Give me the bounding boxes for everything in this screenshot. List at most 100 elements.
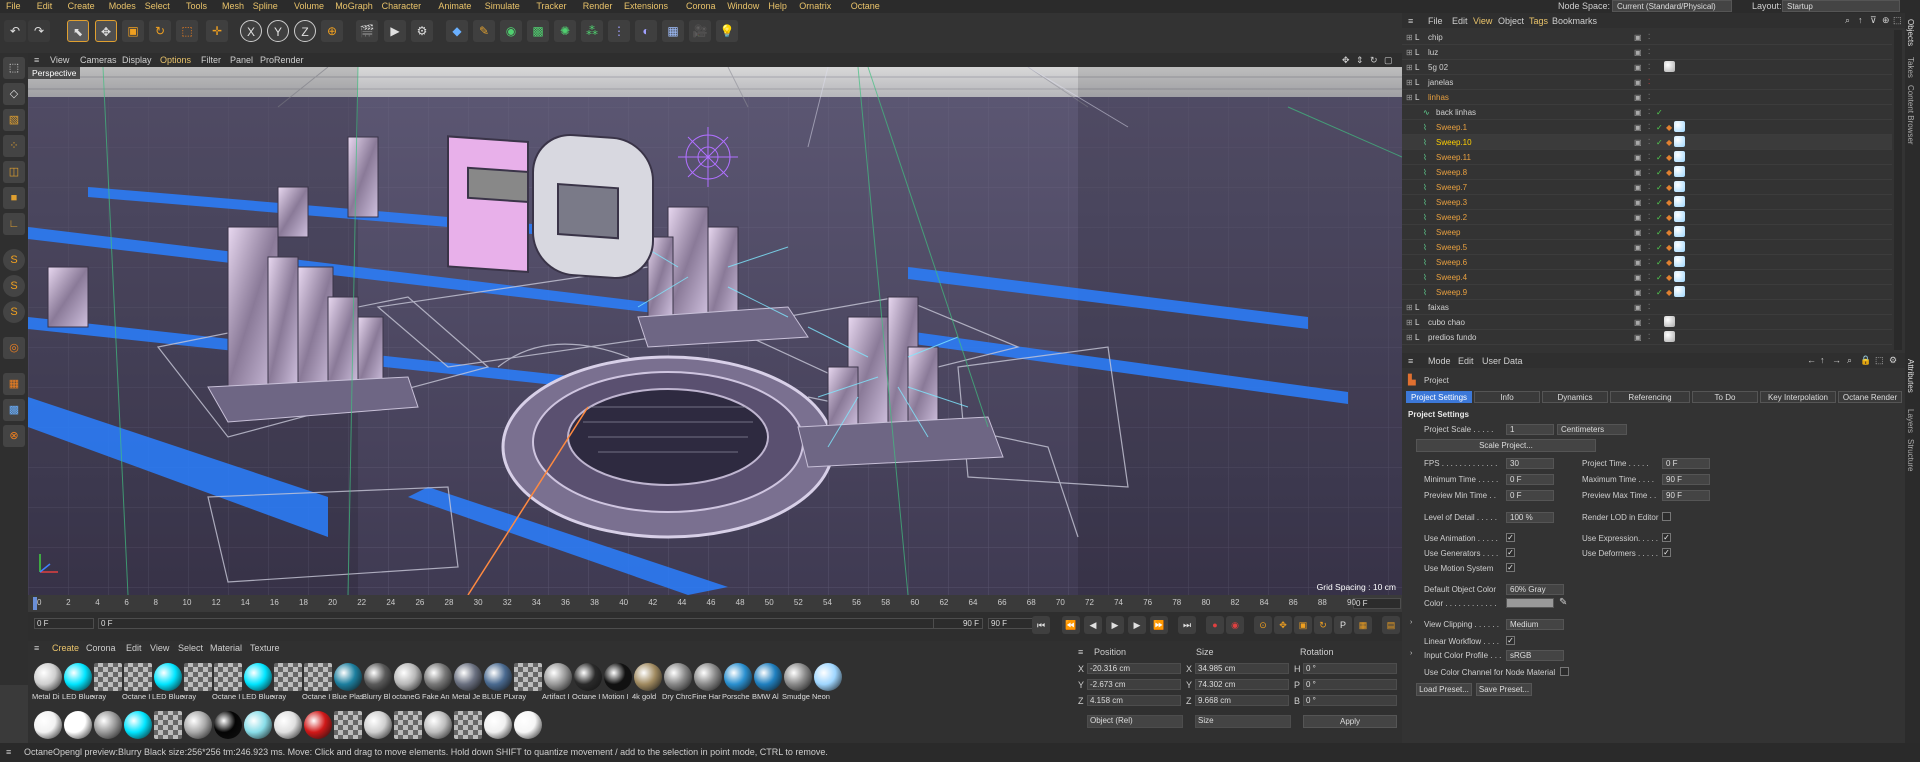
- use-generators-checkbox[interactable]: ✓: [1506, 548, 1515, 557]
- menu-mesh[interactable]: Mesh: [222, 1, 244, 11]
- scale-key-icon[interactable]: ▣: [1294, 616, 1312, 634]
- solo-icon[interactable]: ⊗: [3, 425, 25, 447]
- material-swatch[interactable]: Blurry Bl: [362, 661, 394, 704]
- tag-icon[interactable]: ◆: [1666, 288, 1672, 297]
- object-name[interactable]: cubo chao: [1428, 318, 1465, 327]
- layer-icon[interactable]: ▣: [1634, 48, 1642, 57]
- menu-file[interactable]: File: [6, 1, 21, 11]
- menu-corona[interactable]: Corona: [686, 1, 716, 11]
- input-color-profile-dropdown[interactable]: sRGB: [1506, 650, 1564, 661]
- quantize-icon[interactable]: S: [3, 301, 25, 323]
- play-icon[interactable]: ▶: [1106, 616, 1124, 634]
- object-row[interactable]: ⌇ Sweep.8 ▣ ⁚ ✓ ◆: [1402, 165, 1892, 180]
- use-expression-checkbox[interactable]: ✓: [1662, 533, 1671, 542]
- tab-to-do[interactable]: To Do: [1692, 391, 1758, 403]
- tab-dynamics[interactable]: Dynamics: [1542, 391, 1608, 403]
- object-row[interactable]: ⌇ Sweep ▣ ⁚ ✓ ◆: [1402, 225, 1892, 240]
- object-name[interactable]: Sweep.7: [1436, 183, 1467, 192]
- render-settings-icon[interactable]: ⚙: [411, 20, 433, 42]
- pos-x-field[interactable]: -20.316 cm: [1087, 663, 1181, 674]
- menu-help[interactable]: Help: [768, 1, 787, 11]
- layer-icon[interactable]: ▣: [1634, 258, 1642, 267]
- polygons-mode-icon[interactable]: ■: [3, 187, 25, 209]
- view-clipping-dropdown[interactable]: Medium: [1506, 619, 1564, 630]
- fps-field[interactable]: 30: [1506, 458, 1554, 469]
- material-swatch[interactable]: Dry Chrc: [662, 661, 694, 704]
- object-name[interactable]: janelas: [1428, 78, 1453, 87]
- menu-tracker[interactable]: Tracker: [536, 1, 566, 11]
- attr-up-icon[interactable]: ↑: [1820, 355, 1825, 365]
- tab-takes-vertical[interactable]: Takes: [1906, 57, 1915, 78]
- tab-attributes-vertical[interactable]: Attributes: [1906, 359, 1915, 393]
- material-tag-icon[interactable]: [1674, 151, 1685, 162]
- pos-y-field[interactable]: -2.673 cm: [1087, 679, 1181, 690]
- objects-up-icon[interactable]: ↑: [1858, 15, 1863, 25]
- attr-settings-icon[interactable]: ⚙: [1889, 355, 1897, 366]
- menu-volume[interactable]: Volume: [294, 1, 324, 11]
- tab-referencing[interactable]: Referencing: [1610, 391, 1690, 403]
- material-swatch[interactable]: [512, 709, 544, 739]
- material-tag-icon[interactable]: [1674, 211, 1685, 222]
- enabled-check-icon[interactable]: ✓: [1656, 168, 1663, 177]
- project-scale-unit-dropdown[interactable]: Centimeters: [1557, 424, 1627, 435]
- visibility-dots-icon[interactable]: ⁚: [1648, 153, 1650, 161]
- undo-icon[interactable]: ↶: [4, 20, 26, 42]
- layer-icon[interactable]: ▣: [1634, 93, 1642, 102]
- visibility-dots-icon[interactable]: ⁚: [1648, 303, 1650, 311]
- objects-menu-file[interactable]: File: [1428, 16, 1443, 26]
- menu-extensions[interactable]: Extensions: [624, 1, 668, 11]
- object-name[interactable]: Sweep.6: [1436, 258, 1467, 267]
- move-tool-icon[interactable]: ✥: [95, 20, 117, 42]
- material-tag-icon[interactable]: [1674, 166, 1685, 177]
- visibility-dots-icon[interactable]: ⁚: [1648, 123, 1650, 131]
- tag-icon[interactable]: ◆: [1666, 168, 1672, 177]
- expand-icon[interactable]: ⊞: [1406, 63, 1413, 72]
- material-swatch[interactable]: xray: [512, 661, 544, 704]
- pos-z-field[interactable]: 4.158 cm: [1087, 695, 1181, 706]
- material-hamburger-icon[interactable]: ≡: [34, 643, 39, 653]
- objects-scrollbar[interactable]: [1894, 30, 1902, 350]
- material-swatch[interactable]: [272, 709, 304, 739]
- expand-icon[interactable]: ⊞: [1406, 318, 1413, 327]
- z-axis-icon[interactable]: Z: [294, 20, 316, 42]
- record-icon[interactable]: ●: [1206, 616, 1224, 634]
- viewport-menu-panel[interactable]: Panel: [230, 55, 253, 65]
- material-swatch[interactable]: xray: [272, 661, 304, 704]
- layer-icon[interactable]: ▣: [1634, 228, 1642, 237]
- camera-icon[interactable]: 🎥: [689, 20, 711, 42]
- material-swatch[interactable]: 4k gold: [632, 661, 664, 704]
- object-row[interactable]: ⌇ Sweep.2 ▣ ⁚ ✓ ◆: [1402, 210, 1892, 225]
- size-z-field[interactable]: 9.668 cm: [1195, 695, 1289, 706]
- object-name[interactable]: linhas: [1428, 93, 1449, 102]
- tab-objects-vertical[interactable]: Objects: [1906, 19, 1915, 46]
- material-swatch[interactable]: [152, 709, 184, 739]
- object-name[interactable]: 5g 02: [1428, 63, 1448, 72]
- visibility-dots-icon[interactable]: ⁚: [1648, 48, 1650, 56]
- coordinate-system-icon[interactable]: ⊕: [321, 20, 343, 42]
- expand-icon[interactable]: ⊞: [1406, 93, 1413, 102]
- visibility-dots-icon[interactable]: ⁚: [1648, 93, 1650, 101]
- cloner-icon[interactable]: ▩: [527, 20, 549, 42]
- pla-key-icon[interactable]: ▦: [1354, 616, 1372, 634]
- start-frame-field[interactable]: 0 F: [34, 618, 94, 629]
- go-to-start-icon[interactable]: ⏮: [1032, 616, 1050, 634]
- attr-menu-edit[interactable]: Edit: [1458, 356, 1474, 366]
- viewport-move-icon[interactable]: ✥: [1342, 55, 1350, 66]
- mograph-icon[interactable]: ⁂: [581, 20, 603, 42]
- deformer-icon[interactable]: ✺: [554, 20, 576, 42]
- object-row[interactable]: ⊞ Lcubo chao ▣ ⁚: [1402, 315, 1892, 330]
- material-swatch[interactable]: [62, 709, 94, 739]
- visibility-dots-icon[interactable]: ⁚: [1648, 138, 1650, 146]
- render-lod-checkbox[interactable]: [1662, 512, 1671, 521]
- scale-project-button[interactable]: Scale Project...: [1416, 439, 1596, 452]
- coordinate-mode-dropdown[interactable]: Object (Rel): [1087, 715, 1183, 728]
- parameter-key-icon[interactable]: P: [1334, 616, 1352, 634]
- material-swatch[interactable]: [392, 709, 424, 739]
- timeline-window-icon[interactable]: ▤: [1382, 616, 1400, 634]
- viewport-menu-display[interactable]: Display: [122, 55, 152, 65]
- texture-mode-icon[interactable]: ▧: [3, 109, 25, 131]
- object-row[interactable]: ⊞ Llinhas ▣ ⁚: [1402, 90, 1892, 105]
- enabled-check-icon[interactable]: ✓: [1656, 258, 1663, 267]
- material-swatch[interactable]: BMW Al: [752, 661, 784, 704]
- object-name[interactable]: Sweep.4: [1436, 273, 1467, 282]
